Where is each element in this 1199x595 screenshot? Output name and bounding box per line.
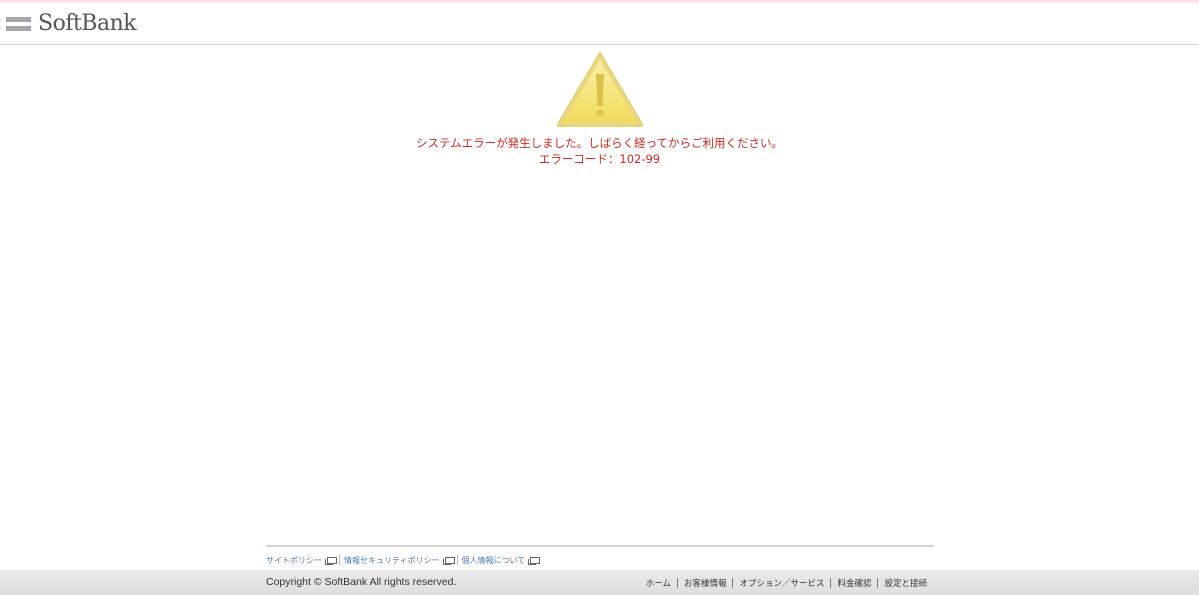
privacy-label: 個人情報について [461, 555, 526, 565]
external-window-icon [325, 556, 337, 565]
footer-nav: ホーム お客様情報 オプション／サービス 料金確認 設定と接続 [646, 577, 927, 589]
site-policy-label: サイトポリシー [266, 555, 322, 565]
site-policy-link[interactable]: サイトポリシー [266, 555, 337, 566]
footer-bar: Copyright © SoftBank All rights reserved… [0, 570, 1199, 595]
footer-nav-home[interactable]: ホーム [646, 577, 671, 589]
copyright: Copyright © SoftBank All rights reserved… [266, 576, 457, 588]
logo-mark-icon [6, 15, 31, 33]
security-policy-label: 情報セキュリティポリシー [344, 555, 440, 565]
footer-divider [266, 545, 934, 547]
external-window-icon [528, 556, 541, 565]
logo-text: SoftBank [38, 11, 137, 36]
footer-nav-settings[interactable]: 設定と接続 [884, 577, 927, 589]
page: SoftBank システムエラーが発生しました。しばらく経ってからご利用ください… [0, 0, 1199, 595]
link-separator [456, 555, 458, 565]
error-message: システムエラーが発生しました。しばらく経ってからご利用ください。 [415, 136, 784, 150]
footer-nav-customer-info[interactable]: お客様情報 [684, 577, 727, 589]
nav-separator [830, 578, 832, 588]
error-code: エラーコード：102-99 [538, 152, 661, 166]
nav-separator [732, 578, 734, 588]
footer-nav-options-services[interactable]: オプション／サービス [739, 577, 824, 589]
link-separator [339, 555, 340, 565]
nav-separator [877, 578, 879, 588]
softbank-logo[interactable]: SoftBank [6, 11, 137, 36]
privacy-link[interactable]: 個人情報について [461, 555, 541, 566]
warning-triangle-icon [556, 52, 644, 127]
header: SoftBank [0, 3, 1199, 45]
policy-links: サイトポリシー 情報セキュリティポリシー 個人情報について [266, 553, 541, 567]
security-policy-link[interactable]: 情報セキュリティポリシー [344, 555, 455, 566]
external-window-icon [442, 556, 455, 565]
footer-nav-billing[interactable]: 料金確認 [837, 577, 871, 589]
nav-separator [676, 578, 678, 588]
